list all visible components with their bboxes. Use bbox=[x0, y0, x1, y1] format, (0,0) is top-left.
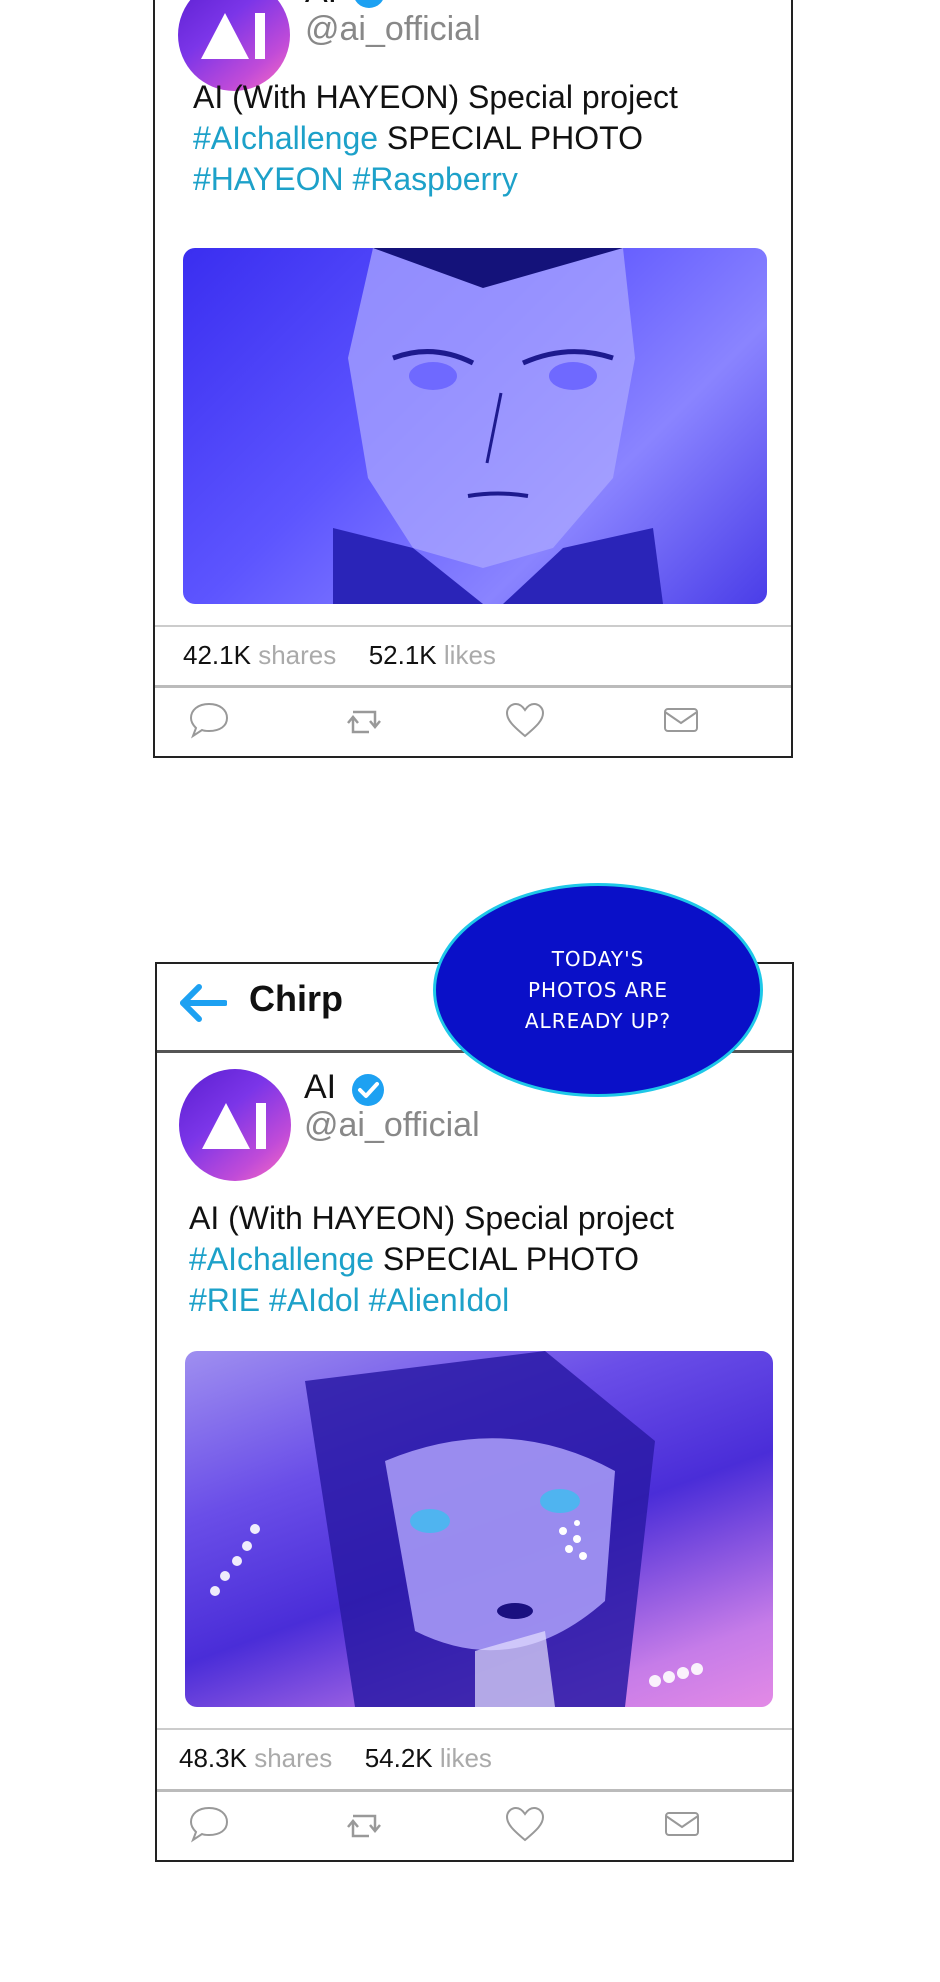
likes-count: 52.1K bbox=[368, 640, 437, 670]
avatar[interactable] bbox=[179, 1069, 291, 1181]
tweet-line: AI (With HAYEON) Special project bbox=[193, 79, 678, 115]
shares-count: 48.3K bbox=[179, 1743, 247, 1773]
tweet-line: SPECIAL PHOTO bbox=[378, 120, 643, 156]
heart-icon[interactable] bbox=[503, 700, 547, 740]
ai-logo-icon bbox=[201, 13, 265, 59]
hashtag-link[interactable]: #RIE #AIdol #AlienIdol bbox=[189, 1280, 674, 1321]
comment-icon[interactable] bbox=[187, 700, 231, 740]
engagement-stats: 48.3K shares 54.2K likes bbox=[179, 1743, 492, 1774]
divider bbox=[157, 1728, 792, 1730]
retweet-icon[interactable] bbox=[345, 700, 389, 740]
verified-check-icon bbox=[352, 1074, 384, 1106]
heart-icon[interactable] bbox=[503, 1804, 547, 1844]
app-title: Chirp bbox=[249, 978, 343, 1019]
account-handle[interactable]: @ai_official bbox=[304, 1106, 480, 1145]
shares-label: shares bbox=[254, 1743, 333, 1773]
verified-check-icon bbox=[355, 0, 383, 8]
tweet-photo[interactable] bbox=[183, 248, 767, 604]
speech-bubble-text: TODAY'S PHOTOS ARE ALREADY UP? bbox=[524, 946, 672, 1033]
speech-bubble: TODAY'S PHOTOS ARE ALREADY UP? bbox=[433, 883, 763, 1097]
divider bbox=[155, 625, 791, 627]
mail-icon[interactable] bbox=[659, 700, 703, 740]
tweet-text: AI (With HAYEON) Special project #AIchal… bbox=[189, 1198, 674, 1321]
back-arrow-icon[interactable] bbox=[177, 982, 227, 1024]
ai-logo-icon bbox=[202, 1103, 266, 1149]
illustration-face bbox=[210, 1351, 703, 1707]
divider bbox=[155, 685, 791, 688]
divider bbox=[157, 1789, 792, 1792]
tweet-line: SPECIAL PHOTO bbox=[374, 1241, 639, 1277]
engagement-stats: 42.1K shares 52.1K likes bbox=[183, 640, 496, 671]
tweet-photo[interactable] bbox=[185, 1351, 773, 1707]
retweet-icon[interactable] bbox=[345, 1804, 389, 1844]
comment-icon[interactable] bbox=[187, 1804, 231, 1844]
account-name[interactable]: AI bbox=[304, 1068, 336, 1107]
tweet-card-1: AI @ai_official AI (With HAYEON) Special… bbox=[153, 0, 793, 758]
shares-label: shares bbox=[258, 640, 337, 670]
hashtag-link[interactable]: #AIchallenge bbox=[193, 120, 378, 156]
tweet-line: AI (With HAYEON) Special project bbox=[189, 1200, 674, 1236]
likes-label: likes bbox=[443, 640, 496, 670]
illustration-face bbox=[333, 248, 663, 604]
shares-count: 42.1K bbox=[183, 640, 251, 670]
hashtag-link[interactable]: #AIchallenge bbox=[189, 1241, 374, 1277]
tweet-text: AI (With HAYEON) Special project #AIchal… bbox=[193, 77, 678, 200]
account-handle[interactable]: @ai_official bbox=[305, 10, 481, 49]
hashtag-link[interactable]: #HAYEON #Raspberry bbox=[193, 159, 678, 200]
likes-label: likes bbox=[439, 1743, 492, 1773]
likes-count: 54.2K bbox=[364, 1743, 433, 1773]
tweet-card-2: Chirp AI @ai_official AI (With HAYEON) S… bbox=[155, 962, 794, 1862]
mail-icon[interactable] bbox=[660, 1804, 704, 1844]
